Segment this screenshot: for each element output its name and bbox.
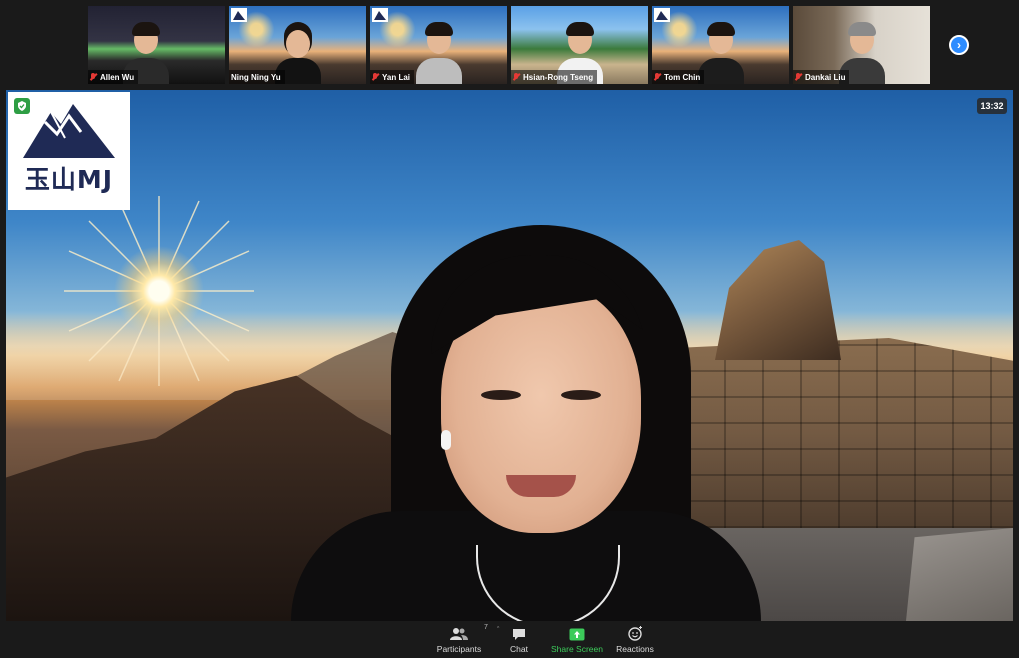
- participants-label: Participants: [436, 644, 482, 654]
- mic-muted-icon: [90, 73, 96, 81]
- chat-icon: [513, 629, 525, 640]
- chevron-up-icon[interactable]: ˆ: [497, 627, 499, 634]
- participant-thumbnail-yan-lai[interactable]: Yan Lai: [370, 6, 507, 84]
- reactions-label: Reactions: [616, 644, 654, 654]
- participant-thumbnail-ning-ning-yu[interactable]: Ning Ning Yu: [229, 6, 366, 84]
- mic-muted-icon: [654, 73, 660, 81]
- chevron-right-icon: ›: [957, 38, 961, 52]
- active-speaker-video[interactable]: [6, 90, 1013, 621]
- logo-text: 玉山MJ: [24, 165, 114, 194]
- share-screen-icon: [569, 628, 585, 641]
- participant-name: Hsian-Rong Tseng: [523, 72, 594, 82]
- participants-button[interactable]: 7 ˆ Participants: [433, 624, 500, 656]
- share-screen-button[interactable]: Share Screen: [550, 624, 604, 656]
- stone-block: [906, 528, 1013, 621]
- chat-label: Chat: [510, 644, 528, 654]
- participant-name-label: Dankai Liu: [793, 70, 850, 84]
- participants-count: 7: [484, 624, 488, 631]
- reactions-icon: [627, 626, 642, 641]
- participant-thumbnail-hsian-rong-tseng[interactable]: Hsian-Rong Tseng: [511, 6, 648, 84]
- mountain-logo-icon: [231, 8, 247, 22]
- mic-muted-icon: [372, 73, 378, 81]
- share-screen-label: Share Screen: [551, 644, 603, 654]
- participant-name-label: Yan Lai: [370, 70, 415, 84]
- mountain-logo-icon: [654, 8, 670, 22]
- mountain-logo-icon: [23, 104, 115, 158]
- participant-thumbnail-tom-chin[interactable]: Tom Chin: [652, 6, 789, 84]
- mountain-logo-icon: [372, 8, 388, 22]
- mic-muted-icon: [795, 73, 801, 81]
- participant-name-label: Ning Ning Yu: [229, 70, 285, 84]
- participant-name-label: Allen Wu: [88, 70, 139, 84]
- mic-muted-icon: [513, 73, 519, 81]
- participant-name: Ning Ning Yu: [231, 72, 281, 82]
- chat-button[interactable]: Chat: [504, 624, 534, 656]
- reactions-button[interactable]: Reactions: [614, 624, 656, 656]
- participant-name: Tom Chin: [664, 72, 701, 82]
- participant-thumbnail-allen-wu[interactable]: Allen Wu: [88, 6, 225, 84]
- participant-name-label: Tom Chin: [652, 70, 705, 84]
- participant-thumbnail-dankai-liu[interactable]: Dankai Liu: [793, 6, 930, 84]
- earbud: [441, 430, 451, 450]
- speaker-person: [291, 225, 761, 621]
- participant-name: Allen Wu: [100, 72, 135, 82]
- participant-name-label: Hsian-Rong Tseng: [511, 70, 598, 84]
- meeting-toolbar: 7 ˆ Participants Chat Share Screen React…: [0, 621, 1019, 658]
- participant-strip: Allen Wu Ning Ning Yu Yan Lai Hsian-Rong…: [0, 0, 1019, 90]
- participant-name: Yan Lai: [382, 72, 411, 82]
- participant-video: [697, 22, 744, 84]
- participant-video: [415, 22, 462, 84]
- security-shield-icon[interactable]: [14, 98, 30, 114]
- participant-name: Dankai Liu: [805, 72, 846, 82]
- participants-icon: [450, 628, 468, 640]
- next-page-button[interactable]: ›: [949, 35, 969, 55]
- meeting-timer: 13:32: [977, 98, 1007, 114]
